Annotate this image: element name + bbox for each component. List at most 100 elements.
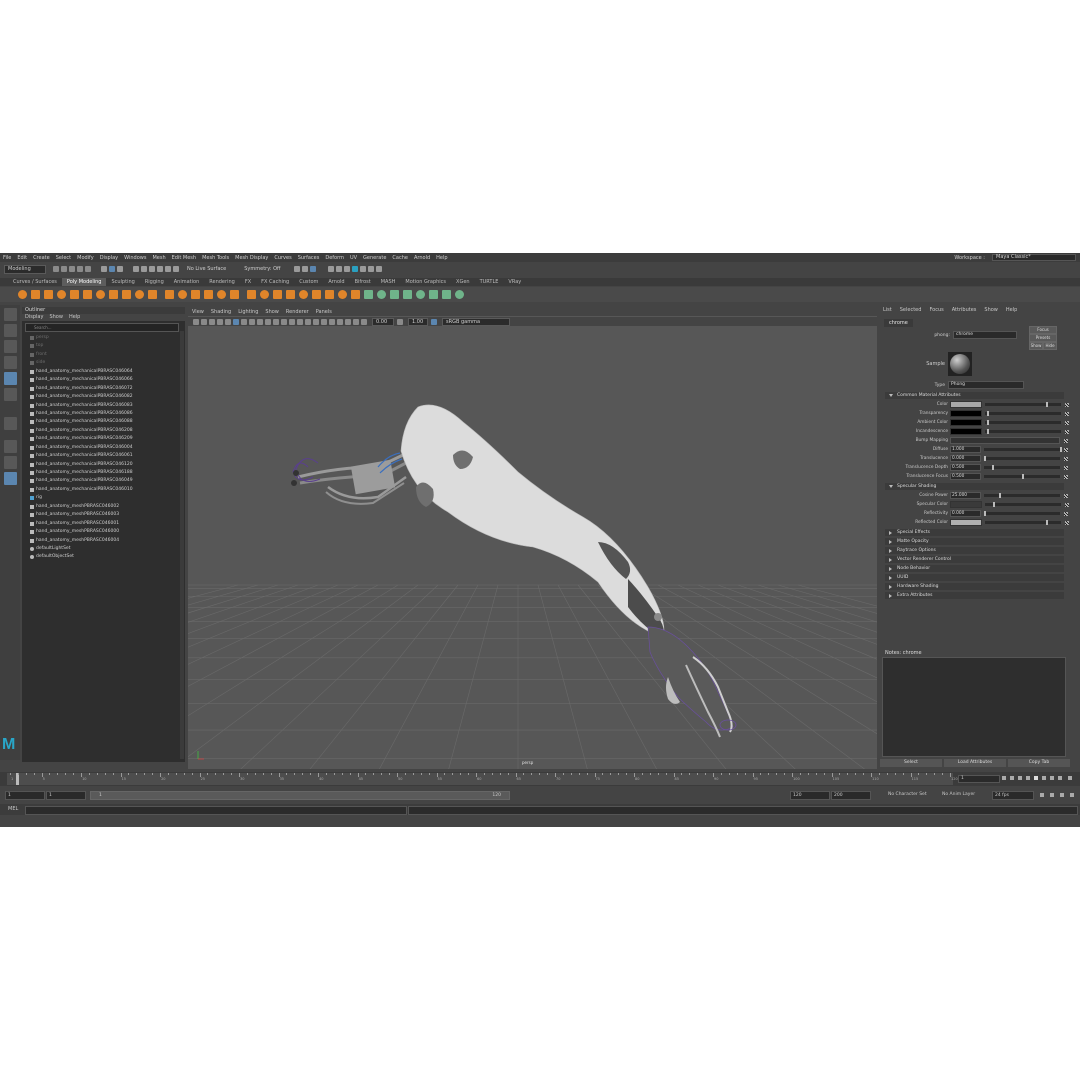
outliner-item[interactable]: hand_anatomy_mechanicalPBRASC046064 bbox=[22, 368, 185, 376]
ae-menu-focus[interactable]: Focus bbox=[929, 307, 943, 314]
section-raytrace-options[interactable]: Raytrace Options bbox=[885, 547, 1064, 554]
value-slider[interactable] bbox=[985, 520, 1061, 525]
preferences-icon[interactable] bbox=[1070, 793, 1074, 797]
value-field[interactable]: 0.000 bbox=[950, 510, 981, 517]
value-field[interactable]: 1.000 bbox=[950, 446, 981, 453]
viewport-menu-lighting[interactable]: Lighting bbox=[238, 309, 258, 316]
shelf-cone-icon[interactable] bbox=[57, 290, 66, 299]
safe-title-icon[interactable] bbox=[353, 318, 359, 325]
menu-mesh-display[interactable]: Mesh Display bbox=[232, 255, 271, 261]
four-pane-layout-icon[interactable] bbox=[3, 456, 17, 469]
shelf-torus-icon[interactable] bbox=[70, 290, 79, 299]
value-slider[interactable] bbox=[984, 456, 1060, 461]
shelf-combine-icon[interactable] bbox=[178, 290, 187, 299]
outliner-item[interactable]: hand_anatomy_mechanicalPBRASC046208 bbox=[22, 427, 185, 435]
outliner-item[interactable]: hand_anatomy_meshPBRASC046001 bbox=[22, 520, 185, 528]
outliner-item[interactable]: hand_anatomy_meshPBRASC046000 bbox=[22, 528, 185, 536]
color-swatch[interactable] bbox=[950, 519, 982, 526]
select-tool-icon[interactable] bbox=[3, 308, 17, 321]
outliner-item[interactable]: top bbox=[22, 342, 185, 350]
shelf-pipe-icon[interactable] bbox=[122, 290, 131, 299]
ae-menu-selected[interactable]: Selected bbox=[900, 307, 922, 314]
render-settings-icon[interactable] bbox=[352, 266, 359, 272]
shelf-soccer-ball-icon[interactable] bbox=[148, 290, 157, 299]
ambient-occlusion-icon[interactable] bbox=[273, 318, 279, 325]
outliner-item[interactable]: hand_anatomy_mechanicalPBRASC046049 bbox=[22, 477, 185, 485]
slider-handle[interactable] bbox=[991, 465, 994, 470]
outliner-item[interactable]: persp bbox=[22, 334, 185, 342]
save-scene-icon[interactable] bbox=[69, 266, 75, 272]
menu-generate[interactable]: Generate bbox=[360, 255, 389, 261]
workspace-selector[interactable]: Workspace : Maya Classic* bbox=[951, 254, 1076, 261]
shelf-tab-curves-surfaces[interactable]: Curves / Surfaces bbox=[8, 278, 62, 286]
current-frame-field[interactable]: 1 bbox=[958, 775, 1000, 783]
audio-icon[interactable] bbox=[1050, 793, 1054, 797]
slider-handle[interactable] bbox=[1045, 520, 1048, 525]
shelf-tab-mash[interactable]: MASH bbox=[376, 278, 401, 286]
snap-grid-icon[interactable] bbox=[133, 266, 139, 272]
outliner-item[interactable]: hand_anatomy_meshPBRASC046003 bbox=[22, 511, 185, 519]
slider-handle[interactable] bbox=[992, 502, 995, 507]
exposure-field[interactable]: 0.00 bbox=[372, 317, 394, 326]
symmetry-label[interactable]: Symmetry: Off bbox=[241, 266, 283, 273]
select-button[interactable]: Select bbox=[880, 759, 942, 767]
command-input[interactable] bbox=[25, 806, 407, 815]
section-special-effects[interactable]: Special Effects bbox=[885, 529, 1064, 536]
menu-cache[interactable]: Cache bbox=[389, 255, 411, 261]
outliner-item[interactable]: hand_anatomy_mechanicalPBRASC046083 bbox=[22, 402, 185, 410]
menu-create[interactable]: Create bbox=[30, 255, 53, 261]
anim-start-field[interactable]: 1 bbox=[46, 791, 86, 800]
outliner-item[interactable]: rig bbox=[22, 494, 185, 502]
viewport-canvas[interactable]: persp bbox=[188, 327, 877, 769]
shelf-tab-animation[interactable]: Animation bbox=[169, 278, 205, 286]
value-slider[interactable] bbox=[985, 420, 1061, 425]
value-slider[interactable] bbox=[985, 429, 1061, 434]
outliner-item[interactable]: hand_anatomy_mechanicalPBRASC046086 bbox=[22, 410, 185, 418]
safe-action-icon[interactable] bbox=[345, 318, 351, 325]
type-dropdown[interactable]: Phong bbox=[948, 381, 1024, 389]
shelf-planar-uv-icon[interactable] bbox=[403, 290, 412, 299]
shelf-plane-icon[interactable] bbox=[83, 290, 92, 299]
shelf-edge-loop-icon[interactable] bbox=[351, 290, 360, 299]
ipr-render-icon[interactable] bbox=[344, 266, 351, 272]
snap-curve-icon[interactable] bbox=[141, 266, 147, 272]
play-forwards-icon[interactable] bbox=[1034, 776, 1038, 780]
shelf-multi-cut-icon[interactable] bbox=[325, 290, 334, 299]
scene-start-field[interactable]: 1 bbox=[5, 791, 45, 800]
shelf-platonic-icon[interactable] bbox=[109, 290, 118, 299]
hypershade-icon[interactable] bbox=[360, 266, 367, 272]
map-texture-icon[interactable] bbox=[1064, 438, 1068, 443]
shelf-fill-hole-icon[interactable] bbox=[299, 290, 308, 299]
scene-end-field[interactable]: 200 bbox=[831, 791, 871, 800]
shelf-quad-draw-icon[interactable] bbox=[377, 290, 386, 299]
open-scene-icon[interactable] bbox=[61, 266, 67, 272]
focus-button[interactable]: Focus bbox=[1029, 326, 1057, 334]
scale-tool-icon[interactable] bbox=[3, 388, 17, 401]
value-field[interactable]: 25.000 bbox=[950, 492, 981, 499]
shelf-tab-turtle[interactable]: TURTLE bbox=[475, 278, 504, 286]
shelf-helix-icon[interactable] bbox=[135, 290, 144, 299]
value-slider[interactable] bbox=[985, 402, 1061, 407]
snap-view-icon[interactable] bbox=[157, 266, 163, 272]
image-plane-icon[interactable] bbox=[217, 318, 223, 325]
last-tool-icon[interactable] bbox=[3, 417, 17, 430]
section-hardware-shading[interactable]: Hardware Shading bbox=[885, 583, 1064, 590]
value-slider[interactable] bbox=[984, 511, 1060, 516]
outliner-item[interactable]: hand_anatomy_mechanicalPBRASC046120 bbox=[22, 461, 185, 469]
new-scene-icon[interactable] bbox=[53, 266, 59, 272]
shelf-tab-rendering[interactable]: Rendering bbox=[204, 278, 240, 286]
viewport-menu-shading[interactable]: Shading bbox=[211, 309, 231, 316]
outliner-item[interactable]: front bbox=[22, 351, 185, 359]
map-texture-icon[interactable] bbox=[1065, 402, 1069, 407]
gamma-icon[interactable] bbox=[397, 318, 403, 325]
isolate-select-icon[interactable] bbox=[297, 318, 303, 325]
select-by-object-icon[interactable] bbox=[109, 266, 115, 272]
auto-key-icon[interactable] bbox=[1060, 793, 1064, 797]
anim-layer-dropdown[interactable]: No Anim Layer bbox=[940, 791, 988, 798]
show-button[interactable]: Show bbox=[1029, 342, 1043, 350]
map-texture-icon[interactable] bbox=[1064, 511, 1068, 516]
go-to-end-icon[interactable] bbox=[1058, 776, 1062, 780]
shelf-sphere-icon[interactable] bbox=[18, 290, 27, 299]
range-bar[interactable]: 1 120 bbox=[90, 791, 510, 800]
menu-curves[interactable]: Curves bbox=[271, 255, 294, 261]
